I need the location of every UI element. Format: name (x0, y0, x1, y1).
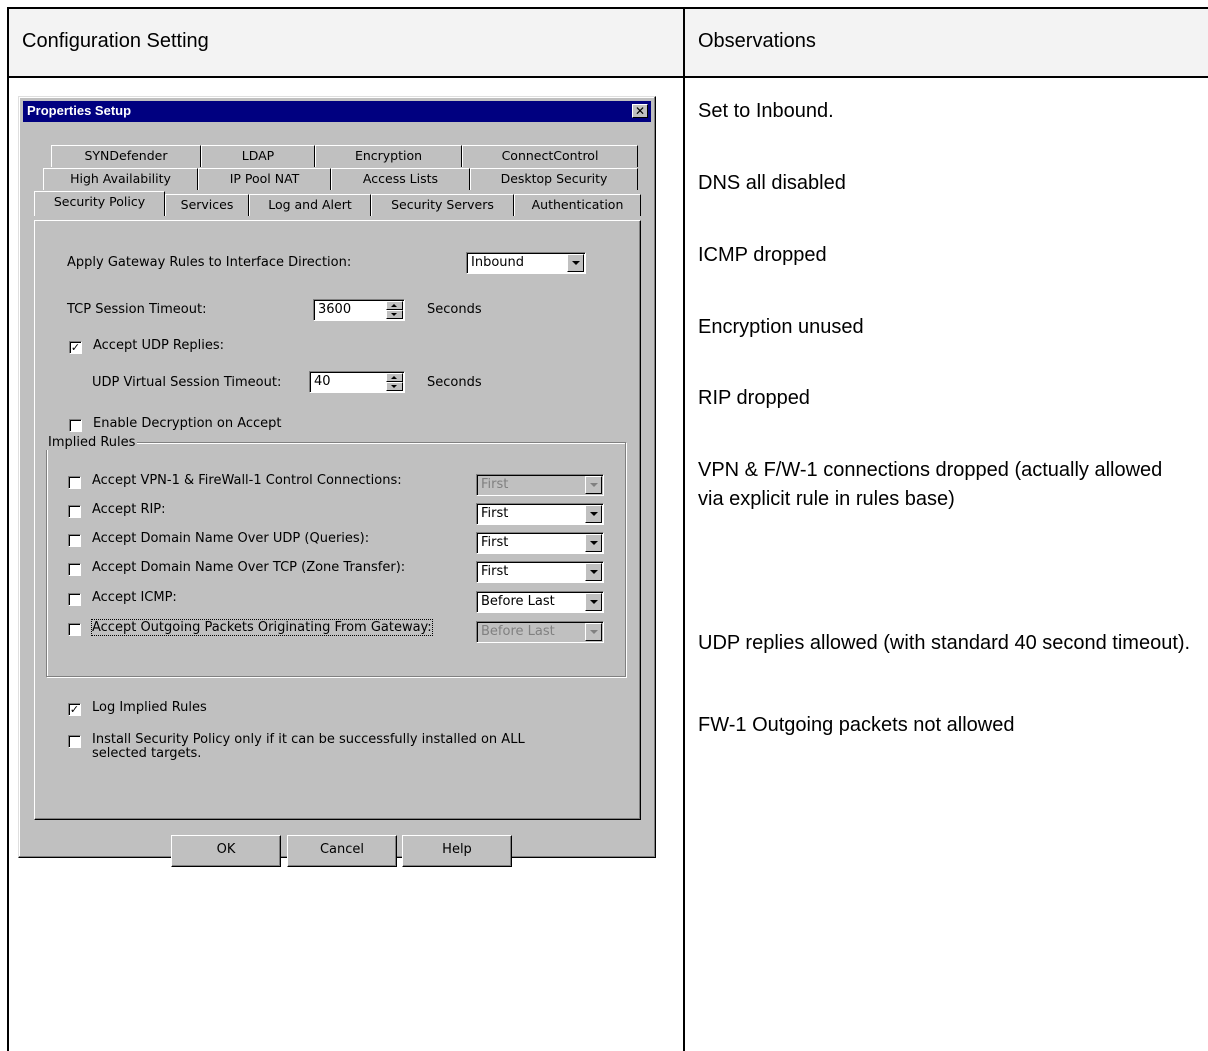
table-column-divider (683, 7, 685, 1051)
observation-item: RIP dropped (698, 387, 810, 409)
rule-select-icmp[interactable]: Before Last (476, 591, 604, 613)
tab-log-and-alert[interactable]: Log and Alert (249, 194, 371, 216)
tab-syndefender[interactable]: SYNDefender (51, 145, 201, 167)
chevron-down-icon[interactable] (585, 563, 602, 581)
tab-authentication[interactable]: Authentication (514, 194, 641, 216)
chevron-down-icon[interactable] (585, 593, 602, 611)
chevron-down-icon[interactable] (585, 534, 602, 552)
dialog-title: Properties Setup (27, 103, 132, 118)
close-icon[interactable]: ✕ (632, 104, 648, 118)
rule-checkbox-outgoing[interactable] (68, 623, 81, 636)
rule-select-rip[interactable]: First (476, 503, 604, 525)
rule-value: Before Last (481, 594, 555, 609)
tab-encryption[interactable]: Encryption (315, 145, 462, 167)
tab-services[interactable]: Services (165, 194, 249, 216)
column-header-configuration: Configuration Setting (22, 30, 209, 52)
install-policy-checkbox[interactable] (68, 735, 81, 748)
table-header-divider (8, 76, 1208, 78)
observation-item: Encryption unused (698, 316, 864, 338)
rule-checkbox-vpn-control[interactable] (68, 476, 81, 489)
rule-select-dns-tcp[interactable]: First (476, 561, 604, 583)
properties-setup-dialog: Properties Setup ✕ SYNDefender LDAP Encr… (18, 96, 656, 867)
tab-ldap[interactable]: LDAP (201, 145, 315, 167)
ok-button[interactable]: OK (171, 835, 281, 867)
observation-item: DNS all disabled (698, 172, 846, 194)
tab-desktop-security[interactable]: Desktop Security (470, 168, 638, 190)
chevron-down-icon[interactable] (585, 623, 602, 641)
table-top-border (8, 7, 1208, 9)
observation-item: UDP replies allowed (with standard 40 se… (698, 632, 1191, 654)
rule-select-vpn-control[interactable]: First (476, 474, 604, 496)
rule-checkbox-dns-tcp[interactable] (68, 563, 81, 576)
tab-connectcontrol[interactable]: ConnectControl (462, 145, 638, 167)
rule-value: Before Last (481, 624, 555, 639)
tab-security-servers[interactable]: Security Servers (371, 194, 514, 216)
rule-label-rip: Accept RIP: (92, 502, 166, 517)
dialog-titlebar[interactable]: Properties Setup ✕ (23, 101, 651, 122)
rule-select-outgoing[interactable]: Before Last (476, 621, 604, 643)
rule-value: First (481, 506, 509, 521)
rule-checkbox-dns-udp[interactable] (68, 534, 81, 547)
table-left-border (7, 7, 9, 1051)
rule-label-vpn-control: Accept VPN-1 & FireWall-1 Control Connec… (92, 473, 402, 488)
implied-rules-container: Implied Rules Accept VPN-1 & FireWall-1 … (34, 220, 641, 820)
tab-ip-pool-nat[interactable]: IP Pool NAT (198, 168, 331, 190)
rule-label-dns-udp: Accept Domain Name Over UDP (Queries): (92, 531, 370, 546)
cancel-button[interactable]: Cancel (287, 835, 397, 867)
rule-checkbox-rip[interactable] (68, 505, 81, 518)
chevron-down-icon[interactable] (585, 476, 602, 494)
observation-item: ICMP dropped (698, 244, 827, 266)
install-policy-label-line1: Install Security Policy only if it can b… (92, 732, 525, 747)
log-implied-label: Log Implied Rules (92, 700, 207, 715)
rule-value: First (481, 564, 509, 579)
observation-item: FW-1 Outgoing packets not allowed (698, 714, 1015, 736)
rule-value: First (481, 535, 509, 550)
rule-label-dns-tcp: Accept Domain Name Over TCP (Zone Transf… (92, 560, 406, 575)
tab-access-lists[interactable]: Access Lists (331, 168, 470, 190)
observation-item: Set to Inbound. (698, 100, 834, 122)
implied-rules-title: Implied Rules (46, 435, 138, 450)
chevron-down-icon[interactable] (585, 505, 602, 523)
rule-select-dns-udp[interactable]: First (476, 532, 604, 554)
help-button[interactable]: Help (402, 835, 512, 867)
tab-high-availability[interactable]: High Availability (43, 168, 198, 190)
rule-checkbox-icmp[interactable] (68, 593, 81, 606)
rule-label-icmp: Accept ICMP: (92, 590, 177, 605)
install-policy-label-line2: selected targets. (92, 746, 202, 761)
column-header-observations: Observations (698, 30, 816, 52)
log-implied-checkbox[interactable]: ✓ (68, 703, 81, 716)
rule-value: First (481, 477, 509, 492)
observation-item: VPN & F/W-1 connections dropped (actuall… (698, 459, 1163, 510)
tab-security-policy[interactable]: Security Policy (34, 191, 165, 216)
rule-label-outgoing: Accept Outgoing Packets Originating From… (91, 619, 433, 636)
